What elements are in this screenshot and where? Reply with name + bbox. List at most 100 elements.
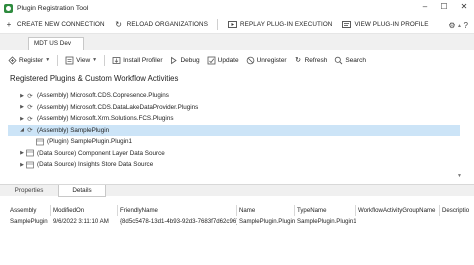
plugin-tree: ▶ ⟳ (Assembly) Microsoft.CDS.Copresence.… [8, 90, 460, 182]
maximize-button[interactable]: ☐ [437, 2, 451, 11]
table-cell: SamplePlugin [10, 218, 48, 225]
create-new-connection-label: CREATE NEW CONNECTION [17, 21, 105, 28]
collapse-icon[interactable]: ◢ [18, 127, 26, 133]
tree-node-data-source[interactable]: ▶ (Data Source) Component Layer Data Sou… [8, 148, 460, 160]
assembly-icon: ⟳ [27, 104, 33, 112]
column-header[interactable]: ModifiedOn [51, 205, 118, 216]
details-grid: Assembly ModifiedOn FriendlyName Name Ty… [8, 204, 474, 234]
expand-icon[interactable]: ▶ [18, 104, 26, 110]
data-source-icon [26, 161, 34, 169]
scroll-down-icon[interactable]: ▼ [456, 172, 463, 180]
reload-organizations-button[interactable]: ↻ RELOAD ORGANIZATIONS [114, 20, 208, 30]
tab-details[interactable]: Details [58, 185, 106, 197]
tree-node-label: (Data Source) Insights Store Data Source [37, 161, 154, 169]
tree-node-assembly-selected[interactable]: ◢ ⟳ (Assembly) SamplePlugin [8, 124, 460, 136]
assembly-icon: ⟳ [27, 127, 33, 135]
debug-button[interactable]: Debug [169, 56, 200, 65]
view-plugin-profile-label: VIEW PLUG-IN PROFILE [354, 21, 429, 28]
tab-properties[interactable]: Properties [0, 185, 58, 197]
replay-icon [227, 20, 237, 30]
scroll-up-icon[interactable]: ▲ [456, 22, 463, 30]
column-header[interactable]: FriendlyName [118, 205, 237, 216]
assembly-icon: ⟳ [27, 92, 33, 100]
connection-tab[interactable]: MDT US Dev [28, 37, 84, 50]
data-source-icon [26, 149, 34, 157]
update-icon [207, 56, 216, 65]
register-label: Register [19, 56, 44, 64]
vertical-scrollbar[interactable]: ▲ ▼ [456, 22, 463, 180]
refresh-icon: ↻ [115, 20, 123, 29]
tree-node-plugin[interactable]: (Plugin) SamplePlugin.Plugin1 [8, 136, 460, 148]
update-button[interactable]: Update [207, 56, 239, 65]
reload-organizations-label: RELOAD ORGANIZATIONS [126, 21, 209, 28]
debug-label: Debug [180, 56, 200, 64]
bottom-panel-tabs: Properties Details [0, 184, 474, 197]
expand-icon[interactable]: ▶ [18, 162, 26, 168]
help-icon[interactable]: ? [464, 21, 468, 30]
table-cell: SamplePlugin.Plugin1 [239, 218, 295, 225]
assembly-icon: ⟳ [27, 115, 33, 123]
table-cell [356, 216, 440, 227]
create-new-connection-button[interactable]: + CREATE NEW CONNECTION [4, 20, 105, 30]
toolbar: Register ▼ View ▼ Install Profiler Debug… [8, 50, 474, 70]
view-plugin-profile-button[interactable]: VIEW PLUG-IN PROFILE [341, 20, 428, 30]
tree-node-data-source[interactable]: ▶ (Data Source) Insights Store Data Sour… [8, 159, 460, 171]
tree-node-label: (Assembly) Microsoft.CDS.Copresence.Plug… [37, 92, 169, 100]
update-label: Update [217, 56, 239, 64]
column-header[interactable]: Descriptio [440, 205, 474, 216]
app-logo-icon [4, 3, 13, 13]
table-cell: 9/6/2022 3:11:10 AM [53, 218, 109, 225]
replay-plugin-execution-label: REPLAY PLUG-IN EXECUTION [240, 21, 333, 28]
expand-icon[interactable]: ▶ [18, 116, 26, 122]
tree-node-label: (Plugin) SamplePlugin.Plugin1 [47, 138, 133, 146]
debug-icon [169, 56, 178, 65]
table-cell: {8d5c5478-13d1-4b93-92d3-7683f7d62c96} [120, 218, 237, 225]
column-header[interactable]: Assembly [8, 205, 51, 216]
register-icon [8, 55, 17, 65]
view-profile-icon [341, 20, 351, 30]
column-header[interactable]: Name [237, 205, 295, 216]
replay-plugin-execution-button[interactable]: REPLAY PLUG-IN EXECUTION [227, 20, 332, 30]
tree-node-label: (Assembly) SamplePlugin [37, 126, 110, 134]
gear-icon[interactable]: ⚙ [448, 21, 455, 30]
minimize-button[interactable]: – [418, 2, 432, 11]
tree-node-assembly[interactable]: ▶ ⟳ (Assembly) Microsoft.CDS.Copresence.… [8, 90, 460, 102]
table-row[interactable]: SamplePlugin 9/6/2022 3:11:10 AM {8d5c54… [8, 216, 474, 227]
tree-node-assembly[interactable]: ▶ ⟳ (Assembly) Microsoft.CDS.DataLakeDat… [8, 102, 460, 114]
unregister-button[interactable]: Unregister [246, 56, 287, 65]
divider [217, 19, 219, 30]
scroll-track[interactable] [456, 30, 463, 172]
refresh-button[interactable]: ↻ Refresh [294, 56, 328, 65]
column-header[interactable]: WorkflowActivityGroupName [356, 205, 440, 216]
plugin-icon [36, 138, 44, 146]
chevron-down-icon: ▼ [45, 57, 51, 63]
tree-node-label: (Assembly) Microsoft.CDS.DataLakeDataPro… [37, 103, 199, 111]
view-icon [65, 56, 74, 65]
table-cell [440, 216, 474, 227]
plugin-tree-panel: Registered Plugins & Custom Workflow Act… [8, 72, 472, 182]
search-label: Search [345, 56, 366, 64]
title-bar: Plugin Registration Tool – ☐ ✕ [0, 0, 474, 16]
right-icon-group: ⚙ ? [440, 16, 468, 34]
expand-icon[interactable]: ▶ [18, 93, 26, 99]
search-button[interactable]: Search [334, 56, 366, 65]
install-profiler-icon [112, 56, 121, 65]
refresh-label: Refresh [304, 56, 328, 64]
tree-node-label: (Data Source) Component Layer Data Sourc… [37, 149, 165, 157]
grid-header: Assembly ModifiedOn FriendlyName Name Ty… [8, 205, 474, 216]
close-button[interactable]: ✕ [457, 2, 471, 11]
tree-node-label: (Assembly) Microsoft.Xrm.Solutions.FCS.P… [37, 115, 174, 123]
tree-node-assembly[interactable]: ▶ ⟳ (Assembly) Microsoft.Xrm.Solutions.F… [8, 113, 460, 125]
section-title: Registered Plugins & Custom Workflow Act… [10, 74, 179, 83]
unregister-label: Unregister [256, 56, 287, 64]
divider [104, 54, 106, 66]
column-header[interactable]: TypeName [295, 205, 356, 216]
refresh-icon: ↻ [295, 57, 302, 64]
view-button[interactable]: View ▼ [65, 56, 97, 65]
expand-icon[interactable]: ▶ [18, 150, 26, 156]
unregister-icon [246, 56, 255, 65]
command-bar: + CREATE NEW CONNECTION ↻ RELOAD ORGANIZ… [0, 16, 474, 34]
register-button[interactable]: Register ▼ [8, 55, 51, 65]
install-profiler-button[interactable]: Install Profiler [112, 56, 162, 65]
divider [57, 54, 59, 66]
